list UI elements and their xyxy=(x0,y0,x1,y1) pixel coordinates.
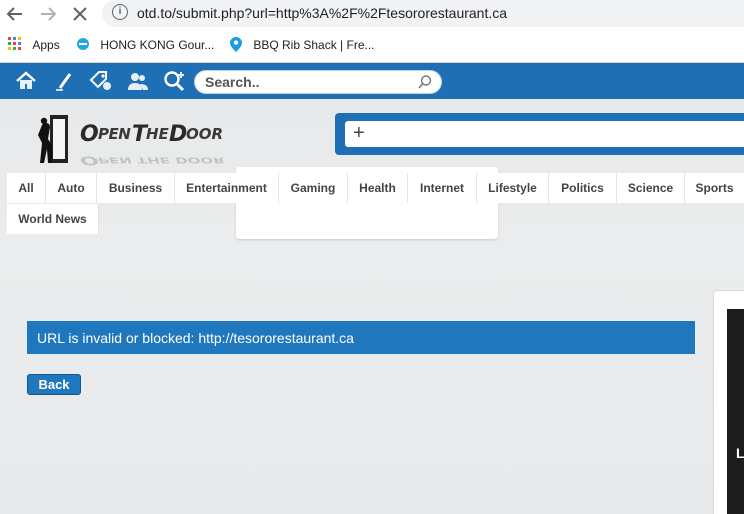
side-card-image xyxy=(727,309,744,514)
svg-text:D: D xyxy=(169,122,187,147)
site-toolbar xyxy=(0,63,744,99)
category-world-news[interactable]: World News xyxy=(7,204,99,234)
bookmark-label: Apps xyxy=(32,38,60,52)
category-lifestyle[interactable]: Lifestyle xyxy=(477,173,549,203)
site-logo[interactable]: O PEN T HE D OOR O PEN THE DOOR xyxy=(36,111,296,167)
svg-text:PEN: PEN xyxy=(98,125,131,143)
browser-toolbar: i otd.to/submit.php?url=http%3A%2F%2Ftes… xyxy=(0,0,744,28)
site-favicon xyxy=(77,38,89,50)
tags-icon[interactable] xyxy=(88,69,112,93)
error-alert: URL is invalid or blocked: http://tesoro… xyxy=(27,321,695,354)
svg-text:PEN THE DOOR: PEN THE DOOR xyxy=(98,156,225,166)
side-card-letter: L xyxy=(736,445,744,461)
site-search[interactable] xyxy=(194,70,442,94)
bookmarks-bar: Apps HONG KONG Gour... BBQ Rib Shack | F… xyxy=(0,28,744,63)
category-entertainment[interactable]: Entertainment xyxy=(175,173,279,203)
info-icon[interactable]: i xyxy=(112,4,128,20)
category-internet[interactable]: Internet xyxy=(408,173,477,203)
bookmark-bbq-rib-shack[interactable]: BBQ Rib Shack | Fre... xyxy=(230,37,375,52)
category-gaming[interactable]: Gaming xyxy=(279,173,348,203)
submit-panel: + xyxy=(335,113,744,155)
svg-text:O: O xyxy=(80,153,99,167)
location-pin-icon xyxy=(230,37,242,52)
category-health[interactable]: Health xyxy=(348,173,408,203)
search-input[interactable] xyxy=(203,72,417,92)
url-text: otd.to/submit.php?url=http%3A%2F%2Ftesor… xyxy=(137,5,508,21)
add-search-icon[interactable] xyxy=(162,69,186,93)
back-arrow-icon[interactable] xyxy=(3,2,27,26)
category-auto[interactable]: Auto xyxy=(46,173,97,203)
category-science[interactable]: Science xyxy=(617,173,685,203)
users-icon[interactable] xyxy=(126,69,150,93)
plus-icon[interactable]: + xyxy=(353,122,365,145)
search-icon[interactable] xyxy=(417,74,433,90)
category-sports[interactable]: Sports xyxy=(685,173,744,203)
page-content: O PEN T HE D OOR O PEN THE DOOR + All Au… xyxy=(0,63,744,514)
submit-input[interactable]: + xyxy=(345,121,744,147)
svg-text:O: O xyxy=(80,122,98,147)
category-all[interactable]: All xyxy=(7,173,46,203)
address-bar[interactable]: i otd.to/submit.php?url=http%3A%2F%2Ftes… xyxy=(102,0,744,27)
forward-arrow-icon[interactable] xyxy=(36,2,60,26)
category-politics[interactable]: Politics xyxy=(549,173,617,203)
side-card[interactable]: L xyxy=(714,291,744,514)
svg-text:HE: HE xyxy=(146,125,170,143)
home-icon[interactable] xyxy=(14,69,38,93)
bookmark-hong-kong[interactable]: HONG KONG Gour... xyxy=(76,37,214,52)
bookmark-label: HONG KONG Gour... xyxy=(100,38,215,52)
category-business[interactable]: Business xyxy=(97,173,175,203)
back-button[interactable]: Back xyxy=(27,374,81,395)
svg-text:OOR: OOR xyxy=(186,125,223,143)
alert-message: URL is invalid or blocked: http://tesoro… xyxy=(37,330,354,346)
pencil-icon[interactable] xyxy=(52,69,76,93)
bookmark-apps[interactable]: Apps xyxy=(8,37,60,52)
bookmark-label: BBQ Rib Shack | Fre... xyxy=(253,38,375,52)
stop-loading-icon[interactable] xyxy=(68,2,92,26)
apps-grid-icon xyxy=(8,37,21,50)
